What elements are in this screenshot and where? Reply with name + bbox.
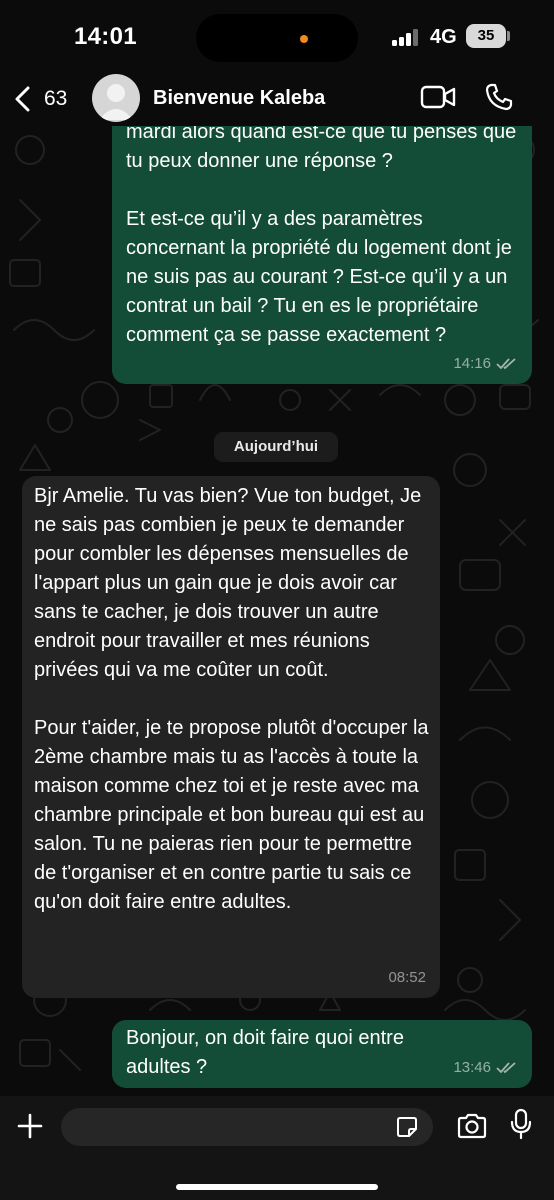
default-avatar-icon xyxy=(99,84,133,120)
message-list[interactable]: mardi alors quand est-ce que tu penses q… xyxy=(0,118,554,1096)
message-time: 13:46 xyxy=(453,1059,491,1076)
message-text: mardi alors quand est-ce que tu penses q… xyxy=(126,121,517,346)
status-bar: 14:01 4G 35 xyxy=(0,0,554,72)
plus-icon[interactable] xyxy=(16,1112,44,1140)
chat-header: 63 Bienvenue Kaleba xyxy=(0,72,554,126)
back-button[interactable]: 63 xyxy=(14,80,67,118)
camera-icon[interactable] xyxy=(456,1112,488,1140)
battery-icon: 35 xyxy=(466,24,506,48)
battery-cap xyxy=(507,31,510,41)
privacy-indicator-dot xyxy=(300,35,308,43)
signal-strength-icon xyxy=(392,28,422,46)
message-outgoing[interactable]: mardi alors quand est-ce que tu penses q… xyxy=(112,118,532,384)
status-time: 14:01 xyxy=(74,23,137,50)
home-indicator[interactable] xyxy=(176,1184,378,1190)
message-time: 14:16 xyxy=(453,355,491,372)
read-receipt-icon xyxy=(496,357,516,369)
video-call-icon[interactable] xyxy=(420,84,456,110)
network-type: 4G xyxy=(430,26,457,48)
microphone-icon[interactable] xyxy=(510,1108,532,1140)
chat-screen: 14:01 4G 35 63 Bienvenue Kaleba mardi al… xyxy=(0,0,554,1200)
read-receipt-icon xyxy=(496,1061,516,1073)
date-separator: Aujourd’hui xyxy=(214,432,338,462)
message-text: Bjr Amelie. Tu vas bien? Vue ton budget,… xyxy=(34,485,429,913)
message-meta: 13:46 xyxy=(453,1053,518,1082)
message-outgoing[interactable]: Bonjour, on doit faire quoi entre adulte… xyxy=(112,1020,532,1088)
phone-icon[interactable] xyxy=(484,82,514,112)
message-input[interactable] xyxy=(61,1108,433,1146)
message-time: 08:52 xyxy=(388,969,426,986)
contact-name[interactable]: Bienvenue Kaleba xyxy=(153,87,325,110)
unread-count: 63 xyxy=(44,87,68,110)
message-incoming[interactable]: Bjr Amelie. Tu vas bien? Vue ton budget,… xyxy=(22,476,440,998)
sticker-icon[interactable] xyxy=(396,1116,418,1138)
avatar[interactable] xyxy=(92,74,140,122)
message-text: Bonjour, on doit faire quoi entre adulte… xyxy=(126,1027,404,1078)
message-meta: 08:52 xyxy=(388,963,426,992)
chevron-left-icon xyxy=(15,86,30,112)
dynamic-island xyxy=(196,14,358,62)
message-composer xyxy=(0,1096,554,1200)
message-meta: 14:16 xyxy=(453,349,518,378)
